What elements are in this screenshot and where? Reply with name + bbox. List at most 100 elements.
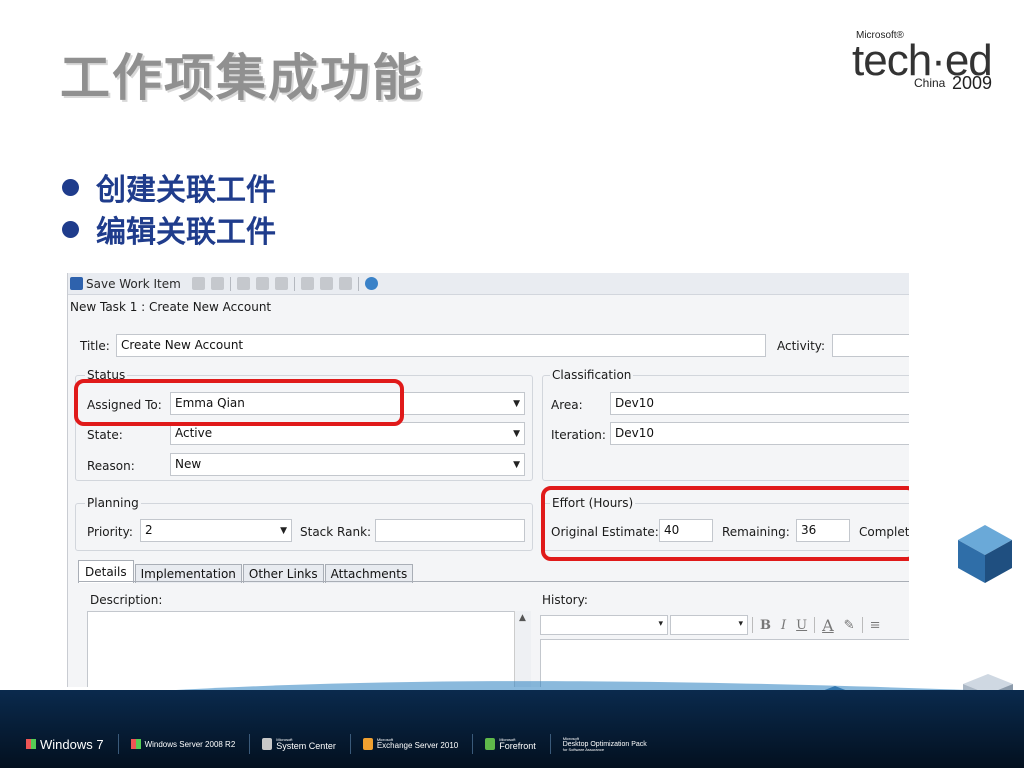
chevron-down-icon[interactable]: ▼ [513,396,520,412]
save-work-item-button[interactable]: Save Work Item [86,277,181,291]
stack-rank-label: Stack Rank: [300,525,372,539]
copy-icon[interactable] [236,277,250,290]
classification-header: Classification [550,368,634,382]
format-separator [861,617,863,633]
scroll-up-icon[interactable]: ▲ [519,613,526,623]
windows-flag-icon [26,739,36,749]
product-divider [349,734,351,754]
product-name: Windows Server 2008 R2 [144,739,236,749]
state-value: Active [175,426,213,440]
reason-value: New [175,457,202,471]
bold-button[interactable]: B [760,618,771,633]
product-name: Forefront [499,740,536,751]
assigned-to-label: Assigned To: [87,398,162,412]
reason-dropdown[interactable]: New ▼ [170,453,525,476]
area-input[interactable]: Dev10 [610,392,909,415]
forefront-icon [485,738,496,750]
completed-label: Complet [859,525,909,539]
toolbar-separator [229,276,231,291]
bullet-list: 创建关联工件 编辑关联工件 [62,166,276,250]
product-mdop: Microsoft Desktop Optimization Pack for … [562,736,647,752]
original-estimate-label: Original Estimate: [551,525,659,539]
exchange-icon [362,738,373,750]
font-color-button[interactable]: A [822,616,834,635]
footer-bar [0,690,1024,768]
original-estimate-input[interactable]: 40 [659,519,713,542]
system-center-icon [262,738,273,750]
product-bar: Windows 7 Windows Server 2008 R2 Microso… [26,734,661,754]
priority-dropdown[interactable]: 2 ▼ [140,519,292,542]
state-label: State: [87,428,123,442]
title-label: Title: [80,339,110,353]
format-separator [814,617,816,633]
attach-icon[interactable] [274,277,288,290]
italic-button[interactable]: I [781,618,786,633]
mail-icon[interactable] [338,277,352,290]
title-input[interactable]: Create New Account [116,334,766,357]
product-name: System Center [276,740,336,751]
remaining-label: Remaining: [722,525,790,539]
details-tabstrip: Details Implementation Other Links Attac… [78,560,414,583]
tab-divider [78,581,909,582]
toolbar-separator [357,276,359,291]
highlight-icon[interactable]: ✎ [844,618,855,633]
chevron-down-icon[interactable]: ▾ [738,619,743,629]
undo-icon[interactable] [210,277,224,290]
assigned-to-value: Emma Qian [175,396,245,410]
activity-dropdown[interactable] [832,334,909,357]
print-icon[interactable] [319,277,333,290]
area-label: Area: [551,398,583,412]
help-icon[interactable] [364,277,378,290]
bullet-dot-icon [62,178,79,196]
product-divider [249,734,251,754]
product-exchange: Microsoft Exchange Server 2010 [362,738,458,750]
product-windows-server: Windows Server 2008 R2 [130,739,236,749]
remaining-input[interactable]: 36 [796,519,850,542]
history-format-toolbar: ▾ ▾ B I U A ✎ ≡ [540,614,885,636]
align-icon[interactable]: ≡ [870,618,881,633]
product-divider [117,734,119,754]
windows-flag-icon [130,739,141,749]
link-icon[interactable] [300,277,314,290]
iteration-label: Iteration: [551,428,606,442]
toolbar-separator [293,276,295,291]
decorative-cube-icon [958,525,1012,583]
chevron-down-icon[interactable]: ▼ [513,457,520,473]
planning-header: Planning [85,496,141,510]
reason-label: Reason: [87,459,135,473]
chevron-down-icon[interactable]: ▼ [280,523,287,539]
bullet-item: 创建关联工件 [62,166,276,208]
save-icon[interactable] [70,277,83,290]
product-forefront: Microsoft Forefront [485,737,536,751]
tab-details[interactable]: Details [78,560,134,583]
teched-logo: Microsoft® tech·ed China 2009 [852,28,1012,98]
effort-header: Effort (Hours) [550,496,636,510]
priority-label: Priority: [87,525,133,539]
logo-region: China [914,76,946,90]
chevron-down-icon[interactable]: ▼ [513,426,520,442]
work-item-form: Save Work Item New Task 1 : Create New A… [67,273,909,687]
product-subtitle: for Software Assurance [562,746,605,752]
font-size-dropdown[interactable]: ▾ [670,615,748,635]
state-dropdown[interactable]: Active ▼ [170,422,525,445]
assigned-to-dropdown[interactable]: Emma Qian ▼ [170,392,525,415]
paste-icon[interactable] [255,277,269,290]
history-label: History: [542,593,588,607]
bullet-text: 创建关联工件 [96,173,276,208]
format-separator [752,617,753,633]
activity-label: Activity: [777,339,826,353]
product-name: Windows 7 [40,736,104,752]
description-label: Description: [90,593,163,607]
iteration-input[interactable]: Dev10 [610,422,909,445]
refresh-icon[interactable] [191,277,205,290]
bullet-item: 编辑关联工件 [62,208,276,250]
form-title: New Task 1 : Create New Account [70,300,272,314]
underline-button[interactable]: U [796,618,807,633]
product-divider [549,734,551,754]
priority-value: 2 [145,523,153,537]
work-item-toolbar: Save Work Item [68,273,909,295]
chevron-down-icon[interactable]: ▾ [658,619,663,629]
font-family-dropdown[interactable]: ▾ [540,615,668,635]
status-header: Status [85,368,128,382]
stack-rank-input[interactable] [375,519,525,542]
